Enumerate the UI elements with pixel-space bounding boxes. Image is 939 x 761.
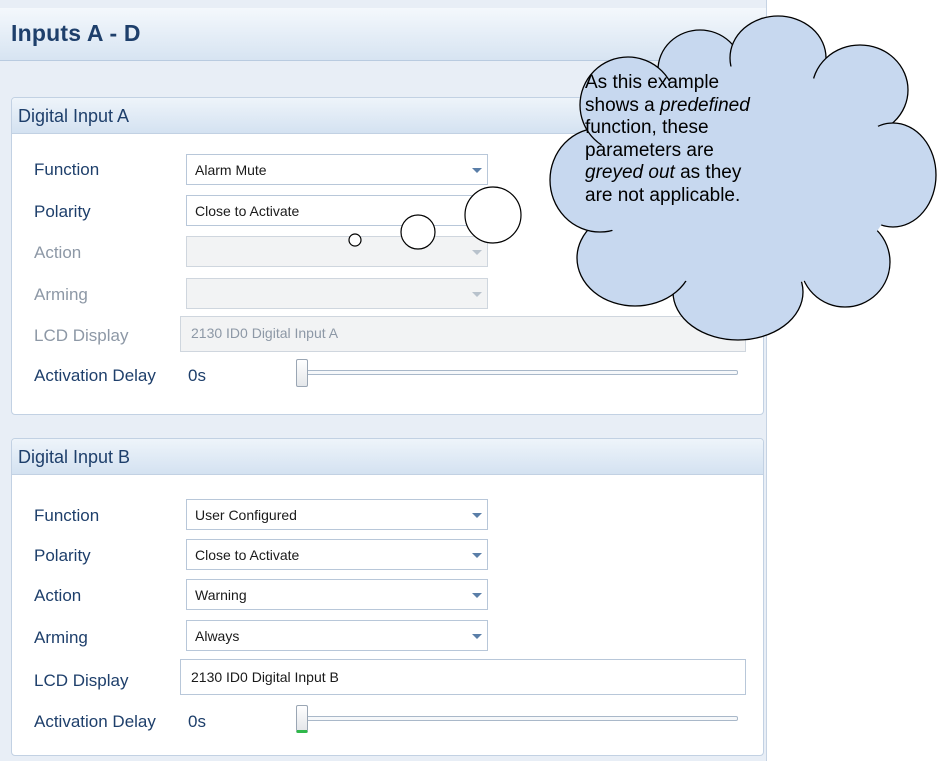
callout-line-2: shows a predefined [585, 94, 750, 116]
callout-line-4: parameters are [585, 139, 714, 161]
callout-line-3: function, these [585, 117, 709, 138]
callout-emphasis-greyed-out: greyed out [585, 162, 675, 183]
thought-dot-large [464, 186, 522, 244]
callout-emphasis-predefined: predefined [659, 94, 750, 116]
callout-text: As this example shows a predefined funct… [585, 72, 815, 207]
thought-dot-medium [400, 214, 436, 250]
callout-line-6: are not applicable. [585, 184, 741, 206]
callout-line-5: greyed out as they [585, 162, 742, 183]
callout-line-1: As this example [585, 72, 720, 93]
thought-dot-small [348, 233, 362, 247]
